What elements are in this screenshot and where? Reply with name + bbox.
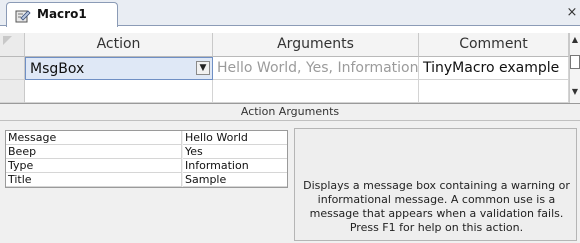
arguments-cell-empty	[213, 80, 419, 103]
argument-value-type[interactable]: Information	[183, 159, 287, 173]
help-text-box: Displays a message box containing a warn…	[294, 128, 577, 241]
argument-value-beep[interactable]: Yes	[183, 145, 287, 159]
scroll-thumb[interactable]	[570, 55, 580, 69]
tab-macro1[interactable]: Macro1	[6, 2, 118, 27]
select-all-corner[interactable]	[0, 33, 25, 57]
macro-icon	[15, 8, 31, 23]
vertical-scrollbar[interactable]: ▲ ▼	[569, 33, 580, 103]
argument-label-type: Type	[6, 159, 182, 173]
argument-value-message[interactable]: Hello World	[183, 131, 287, 145]
tab-title: Macro1	[37, 7, 87, 21]
close-icon[interactable]: ×	[564, 4, 580, 22]
argument-label-title: Title	[6, 173, 182, 187]
action-cell[interactable]: MsgBox	[25, 57, 213, 80]
arguments-cell: Hello World, Yes, Information,	[213, 57, 419, 80]
comment-cell[interactable]: TinyMacro example	[419, 57, 569, 80]
comment-cell-empty[interactable]	[419, 80, 569, 103]
column-header-action[interactable]: Action	[25, 33, 213, 57]
chevron-down-icon[interactable]: ▼	[196, 61, 210, 75]
column-header-arguments[interactable]: Arguments	[213, 33, 419, 57]
action-cell-empty[interactable]	[25, 80, 213, 103]
column-header-comment[interactable]: Comment	[419, 33, 569, 57]
action-arguments-header: Action Arguments	[0, 103, 580, 121]
argument-label-beep: Beep	[6, 145, 182, 159]
argument-label-message: Message	[6, 131, 182, 145]
help-text: Displays a message box containing a warn…	[303, 179, 570, 234]
scroll-up-icon[interactable]: ▲	[570, 35, 580, 44]
scroll-down-icon[interactable]: ▼	[570, 87, 580, 96]
row-selector[interactable]	[0, 57, 25, 80]
row-selector[interactable]	[0, 80, 25, 103]
argument-value-title[interactable]: Sample	[183, 173, 287, 187]
